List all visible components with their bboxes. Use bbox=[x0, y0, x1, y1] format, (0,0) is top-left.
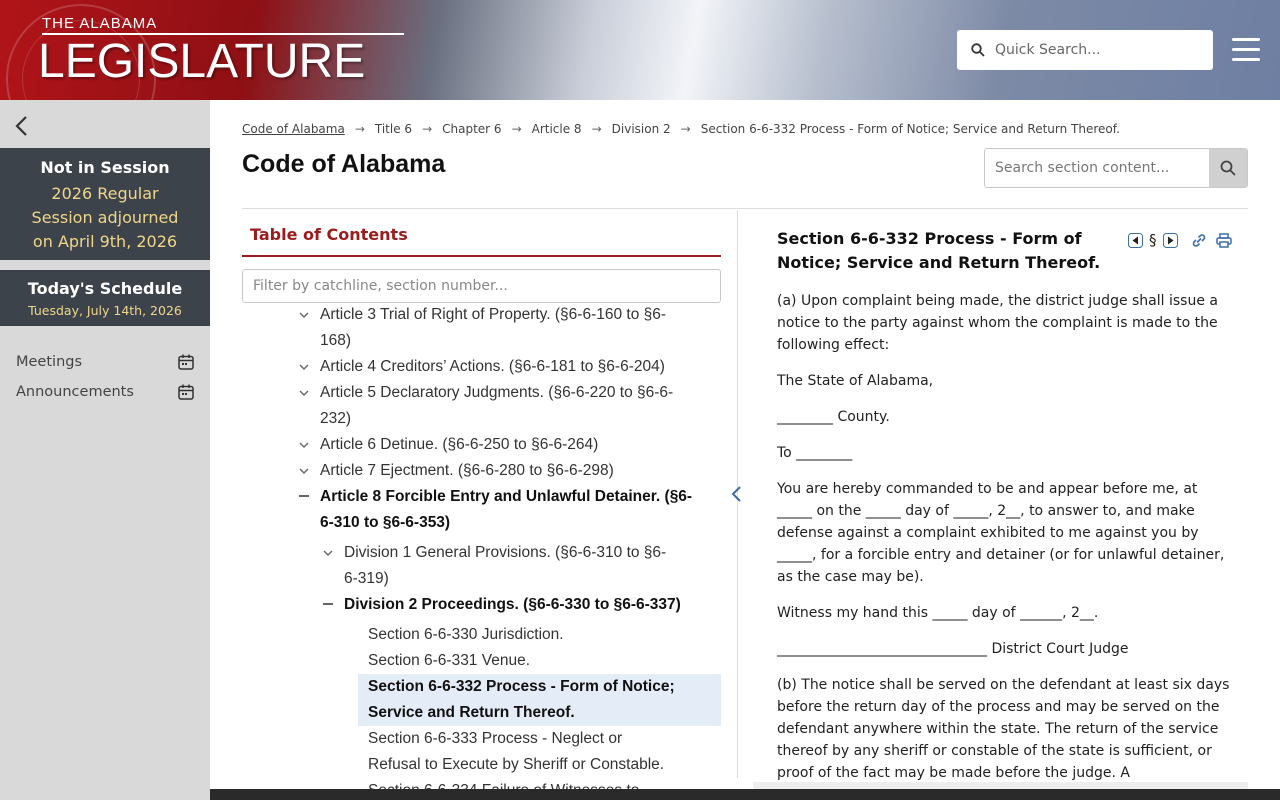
toc-item-label: Section 6-6-330 Jurisdiction. bbox=[368, 626, 564, 643]
sidebar-item-announcements[interactable]: Announcements bbox=[16, 384, 194, 400]
site-header: THE ALABAMA LEGISLATURE bbox=[0, 0, 1280, 100]
toc-rule bbox=[242, 255, 721, 257]
quick-search-box[interactable] bbox=[957, 30, 1213, 70]
toc-item-label: Refusal to Execute by Sheriff or Constab… bbox=[368, 756, 665, 773]
toc-item-label: Article 7 Ejectment. (§6-6-280 to §6-6-2… bbox=[320, 462, 614, 479]
arrow-right-icon: → bbox=[354, 122, 365, 136]
session-line: 2026 Regular bbox=[51, 184, 159, 203]
chevron-down-icon[interactable] bbox=[298, 309, 310, 321]
arrow-right-icon: → bbox=[680, 122, 691, 136]
toc-item-article-8[interactable]: Article 8 Forcible Entry and Unlawful De… bbox=[320, 484, 692, 536]
section-search-input[interactable] bbox=[985, 149, 1209, 187]
toc-item-label: Division 2 Proceedings. (§6-6-330 to §6-… bbox=[344, 596, 681, 613]
next-section-icon[interactable] bbox=[1162, 232, 1178, 248]
toc-item-division-2[interactable]: Division 2 Proceedings. (§6-6-330 to §6-… bbox=[344, 592, 681, 618]
breadcrumb: Code of Alabama → Title 6 → Chapter 6 → Art… bbox=[242, 122, 1120, 136]
previous-section-icon[interactable] bbox=[1128, 232, 1143, 248]
logo-subtitle[interactable]: THE ALABAMA bbox=[42, 15, 157, 32]
arrow-right-icon: → bbox=[422, 122, 433, 136]
toc-item-label: Section 6-6-331 Venue. bbox=[368, 652, 531, 669]
session-line: on April 9th, 2026 bbox=[32, 232, 178, 251]
section-symbol[interactable]: § bbox=[1149, 231, 1157, 249]
toc-item-label: Division 1 General Provisions. (§6-6-310… bbox=[344, 544, 667, 561]
section-paragraph: (b) The notice shall be served on the de… bbox=[777, 677, 1230, 781]
chevron-down-icon[interactable] bbox=[298, 465, 310, 477]
section-paragraph: ______________________________ District … bbox=[777, 641, 1129, 657]
schedule-date: Tuesday, July 14th, 2026 bbox=[28, 303, 182, 318]
sidebar-item-label: Announcements bbox=[16, 384, 134, 400]
sidebar-item-meetings[interactable]: Meetings bbox=[16, 354, 194, 370]
toc-item-label: Article 5 Declaratory Judgments. (§6-6-2… bbox=[320, 384, 674, 401]
session-status: Not in Session 2026 Regular Session adjo… bbox=[0, 148, 210, 260]
toc-item-label: 168) bbox=[320, 332, 352, 349]
toc-item-label: Article 3 Trial of Right of Property. (§… bbox=[320, 306, 667, 323]
breadcrumb-item[interactable]: Code of Alabama bbox=[242, 122, 345, 136]
section-title: Section 6-6-332 Process - Form of Notice… bbox=[777, 229, 1101, 272]
toc-item-section-6-6-333[interactable]: Section 6-6-333 Process - Neglect or Refu… bbox=[368, 726, 664, 778]
section-paragraph: The State of Alabama, bbox=[777, 373, 934, 389]
toc-item-article-4[interactable]: Article 4 Creditors’ Actions. (§6-6-181 … bbox=[320, 354, 665, 380]
toc-item-section-6-6-332[interactable]: Section 6-6-332 Process - Form of Notice… bbox=[368, 674, 675, 726]
section-toolbar: § bbox=[1128, 231, 1232, 249]
search-icon bbox=[971, 43, 985, 57]
chevron-down-icon[interactable] bbox=[322, 547, 334, 559]
toc-item-section-6-6-330[interactable]: Section 6-6-330 Jurisdiction. bbox=[368, 622, 564, 648]
sidebar-item-label: Meetings bbox=[16, 354, 83, 370]
breadcrumb-item[interactable]: Chapter 6 bbox=[442, 122, 501, 136]
calendar-icon bbox=[178, 384, 194, 400]
toc-item-label: Section 6-6-332 Process - Form of Notice… bbox=[368, 678, 675, 695]
logo-title[interactable]: LEGISLATURE bbox=[38, 34, 365, 89]
toc-filter-input[interactable] bbox=[242, 269, 721, 303]
toc-item-label: Article 8 Forcible Entry and Unlawful De… bbox=[320, 488, 693, 505]
toc-item-article-6[interactable]: Article 6 Detinue. (§6-6-250 to §6-6-264… bbox=[320, 432, 598, 458]
search-icon bbox=[1220, 160, 1236, 176]
toc-title: Table of Contents bbox=[250, 225, 408, 244]
toc-item-label: Article 6 Detinue. (§6-6-250 to §6-6-264… bbox=[320, 436, 599, 453]
collapse-dash-icon[interactable] bbox=[323, 603, 333, 605]
toc-item-label: Section 6-6-333 Process - Neglect or bbox=[368, 730, 623, 747]
toc-item-label: Article 4 Creditors’ Actions. (§6-6-181 … bbox=[320, 358, 665, 375]
arrow-right-icon: → bbox=[591, 122, 602, 136]
collapse-dash-icon[interactable] bbox=[299, 495, 309, 497]
section-paragraph: You are hereby commanded to be and appea… bbox=[777, 481, 1225, 585]
section-paragraph: (a) Upon complaint being made, the distr… bbox=[777, 293, 1218, 353]
session-line: Session adjourned bbox=[31, 208, 179, 227]
sidebar: Not in Session 2026 Regular Session adjo… bbox=[0, 100, 210, 800]
divider bbox=[242, 208, 1248, 209]
schedule-title: Today's Schedule bbox=[27, 279, 183, 298]
section-paragraph: To ________ bbox=[777, 445, 853, 461]
menu-icon[interactable] bbox=[1232, 38, 1260, 62]
chevron-left-icon[interactable] bbox=[729, 484, 745, 504]
chevron-down-icon[interactable] bbox=[298, 361, 310, 373]
section-paragraph: Witness my hand this _____ day of ______… bbox=[777, 605, 1099, 621]
section-paragraph: ________ County. bbox=[777, 409, 890, 425]
footer-bar bbox=[210, 789, 1280, 800]
breadcrumb-item[interactable]: Article 8 bbox=[532, 122, 582, 136]
toc-item-article-5[interactable]: Article 5 Declaratory Judgments. (§6-6-2… bbox=[320, 380, 673, 432]
arrow-right-icon: → bbox=[511, 122, 522, 136]
breadcrumb-item[interactable]: Division 2 bbox=[612, 122, 671, 136]
calendar-icon bbox=[178, 354, 194, 370]
breadcrumb-item: Section 6-6-332 Process - Form of Notice… bbox=[700, 122, 1120, 136]
chevron-down-icon[interactable] bbox=[298, 439, 310, 451]
chevron-left-icon[interactable] bbox=[12, 114, 32, 138]
page-title: Code of Alabama bbox=[242, 150, 446, 178]
chevron-down-icon[interactable] bbox=[298, 387, 310, 399]
toc-item-label: 6-310 to §6-6-353) bbox=[320, 514, 451, 531]
link-icon[interactable] bbox=[1188, 233, 1210, 248]
toc-item-division-1[interactable]: Division 1 General Provisions. (§6-6-310… bbox=[344, 540, 666, 592]
toc-item-label: 232) bbox=[320, 410, 352, 427]
breadcrumb-item[interactable]: Title 6 bbox=[375, 122, 412, 136]
section-search-button[interactable] bbox=[1209, 149, 1247, 187]
toc-item-label: Service and Return Thereof. bbox=[368, 704, 575, 721]
session-title: Not in Session bbox=[40, 158, 170, 177]
toc-item-article-3[interactable]: Article 3 Trial of Right of Property. (§… bbox=[320, 302, 666, 354]
section-search-box[interactable] bbox=[984, 148, 1248, 188]
quick-search-input[interactable] bbox=[995, 42, 1195, 58]
todays-schedule[interactable]: Today's Schedule Tuesday, July 14th, 202… bbox=[0, 270, 210, 326]
toc-item-label: 6-319) bbox=[344, 570, 389, 587]
toc-item-section-6-6-331[interactable]: Section 6-6-331 Venue. bbox=[368, 648, 530, 674]
toc-item-article-7[interactable]: Article 7 Ejectment. (§6-6-280 to §6-6-2… bbox=[320, 458, 614, 484]
print-icon[interactable] bbox=[1215, 232, 1232, 248]
